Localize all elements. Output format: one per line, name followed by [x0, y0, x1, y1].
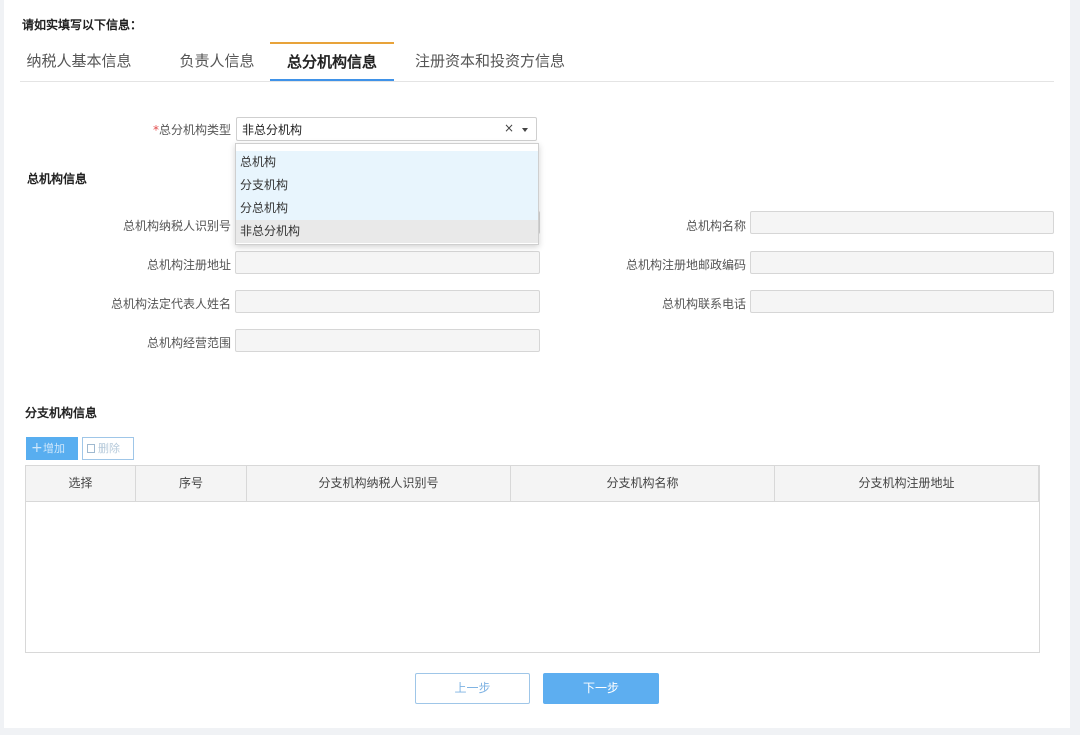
trash-icon: [87, 444, 95, 453]
hq-legal-rep-label: 总机构法定代表人姓名: [110, 297, 231, 311]
column-index: 序号: [136, 466, 247, 501]
option-hq[interactable]: 总机构: [236, 151, 538, 174]
branch-table-header: 选择 序号 分支机构纳税人识别号 分支机构名称 分支机构注册地址: [26, 466, 1039, 502]
delete-branch-button[interactable]: 删除: [82, 437, 134, 460]
option-branch[interactable]: 分支机构: [236, 174, 538, 197]
delete-branch-label: 删除: [98, 442, 120, 455]
chevron-down-icon[interactable]: [522, 128, 528, 132]
tab-capital-investors[interactable]: 注册资本和投资方信息: [404, 42, 576, 80]
hq-phone-label: 总机构联系电话: [661, 297, 746, 311]
column-branch-address: 分支机构注册地址: [775, 466, 1039, 501]
branch-type-label-text: 总分机构类型: [158, 123, 231, 137]
add-branch-button[interactable]: +增加: [26, 437, 78, 460]
hq-name-field[interactable]: [750, 211, 1054, 234]
hq-section-title: 总机构信息: [27, 172, 88, 186]
column-branch-tax-id: 分支机构纳税人识别号: [247, 466, 511, 501]
clear-icon[interactable]: ×: [504, 121, 514, 135]
hq-scope-field[interactable]: [235, 329, 540, 352]
option-sub-hq[interactable]: 分总机构: [236, 197, 538, 220]
tab-branch-info[interactable]: 总分机构信息: [270, 42, 394, 81]
hq-phone-field[interactable]: [750, 290, 1054, 313]
option-non-branch[interactable]: 非总分机构: [236, 220, 538, 243]
add-branch-label: 增加: [43, 442, 65, 455]
column-select: 选择: [26, 466, 136, 501]
branch-table: 选择 序号 分支机构纳税人识别号 分支机构名称 分支机构注册地址: [25, 465, 1040, 653]
footer: 上一步 下一步: [4, 655, 1070, 728]
column-branch-name: 分支机构名称: [511, 466, 775, 501]
hq-reg-postcode-field[interactable]: [750, 251, 1054, 274]
hq-tax-id-label: 总机构纳税人识别号: [122, 219, 231, 233]
hq-reg-address-label: 总机构注册地址: [146, 258, 231, 272]
form-page: 请如实填写以下信息： 纳税人基本信息 负责人信息 总分机构信息 注册资本和投资方…: [4, 0, 1070, 728]
branch-type-value: 非总分机构: [242, 123, 303, 137]
hq-reg-postcode-label: 总机构注册地邮政编码: [625, 258, 746, 272]
intro-text: 请如实填写以下信息：: [22, 18, 143, 32]
hq-legal-rep-field[interactable]: [235, 290, 540, 313]
hq-reg-address-field[interactable]: [235, 251, 540, 274]
prev-step-button[interactable]: 上一步: [415, 673, 530, 704]
hq-scope-label: 总机构经营范围: [146, 336, 231, 350]
hq-name-label: 总机构名称: [685, 219, 746, 233]
branch-type-dropdown: 总机构 分支机构 分总机构 非总分机构: [235, 143, 539, 245]
branch-type-label: *总分机构类型: [104, 121, 231, 138]
tab-bar: 纳税人基本信息 负责人信息 总分机构信息 注册资本和投资方信息: [20, 42, 1054, 82]
tab-responsible-person[interactable]: 负责人信息: [162, 42, 272, 80]
plus-icon: +: [31, 440, 43, 456]
branch-section-title: 分支机构信息: [25, 406, 98, 420]
branch-type-select[interactable]: 非总分机构 ×: [236, 117, 537, 141]
next-step-button[interactable]: 下一步: [543, 673, 659, 704]
tab-taxpayer-basic[interactable]: 纳税人基本信息: [20, 42, 138, 80]
